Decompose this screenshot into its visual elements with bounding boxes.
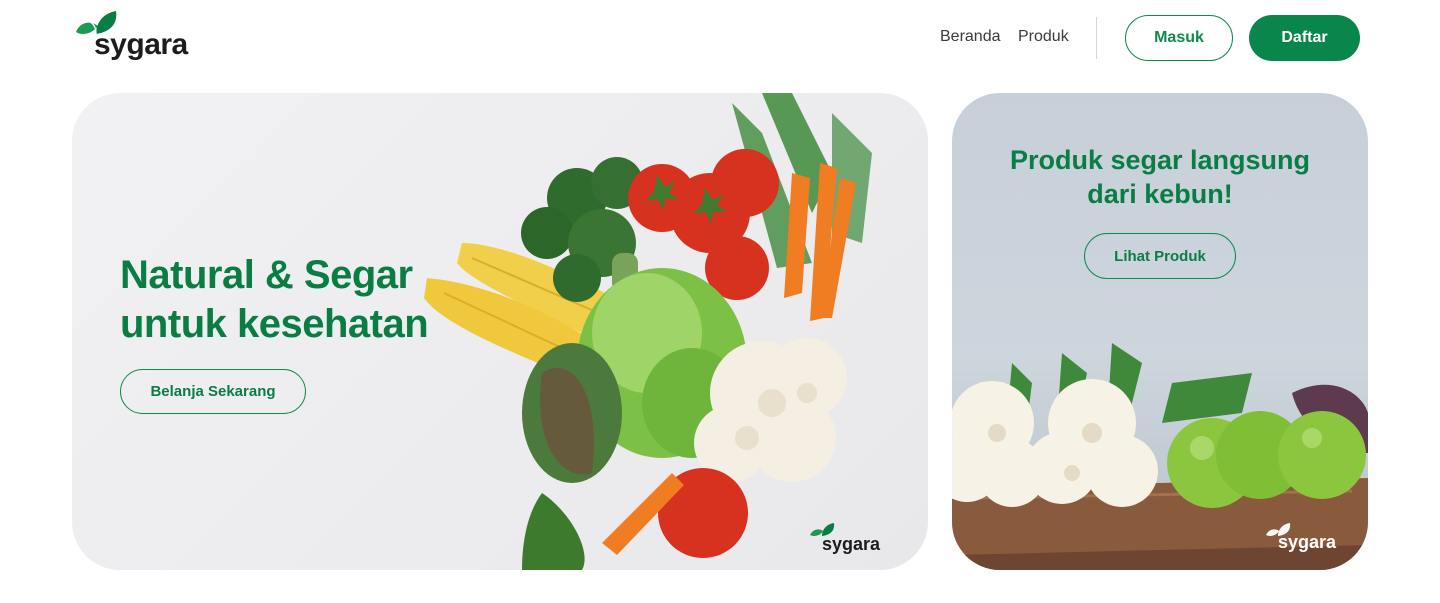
hero-title: Natural & Segar untuk kesehatan [120, 251, 429, 349]
side-banner: Produk segar langsung dari kebun! Lihat … [952, 93, 1368, 570]
side-title-line2: dari kebun! [1087, 179, 1233, 209]
side-watermark: sygara [1266, 517, 1346, 557]
nav-produk[interactable]: Produk [1018, 28, 1069, 46]
side-title: Produk segar langsung dari kebun! [952, 143, 1368, 211]
side-title-line1: Produk segar langsung [1009, 145, 1311, 175]
hero-watermark: sygara [810, 521, 890, 557]
brand-name[interactable]: sygara [94, 28, 188, 62]
hero-title-line1: Natural & Segar [120, 253, 413, 297]
hero-watermark-text: sygara [822, 534, 881, 554]
view-products-button[interactable]: Lihat Produk [1084, 233, 1236, 279]
login-button[interactable]: Masuk [1125, 15, 1233, 61]
site-header: sygara Beranda Produk Masuk Daftar [0, 0, 1440, 80]
register-button[interactable]: Daftar [1249, 15, 1360, 61]
shop-now-button[interactable]: Belanja Sekarang [120, 369, 306, 414]
hero-banner: Natural & Segar untuk kesehatan Belanja … [72, 93, 928, 570]
nav-divider [1096, 17, 1097, 59]
side-watermark-text: sygara [1278, 532, 1337, 552]
nav-beranda[interactable]: Beranda [940, 28, 1001, 46]
hero-title-line2: untuk kesehatan [120, 302, 429, 346]
